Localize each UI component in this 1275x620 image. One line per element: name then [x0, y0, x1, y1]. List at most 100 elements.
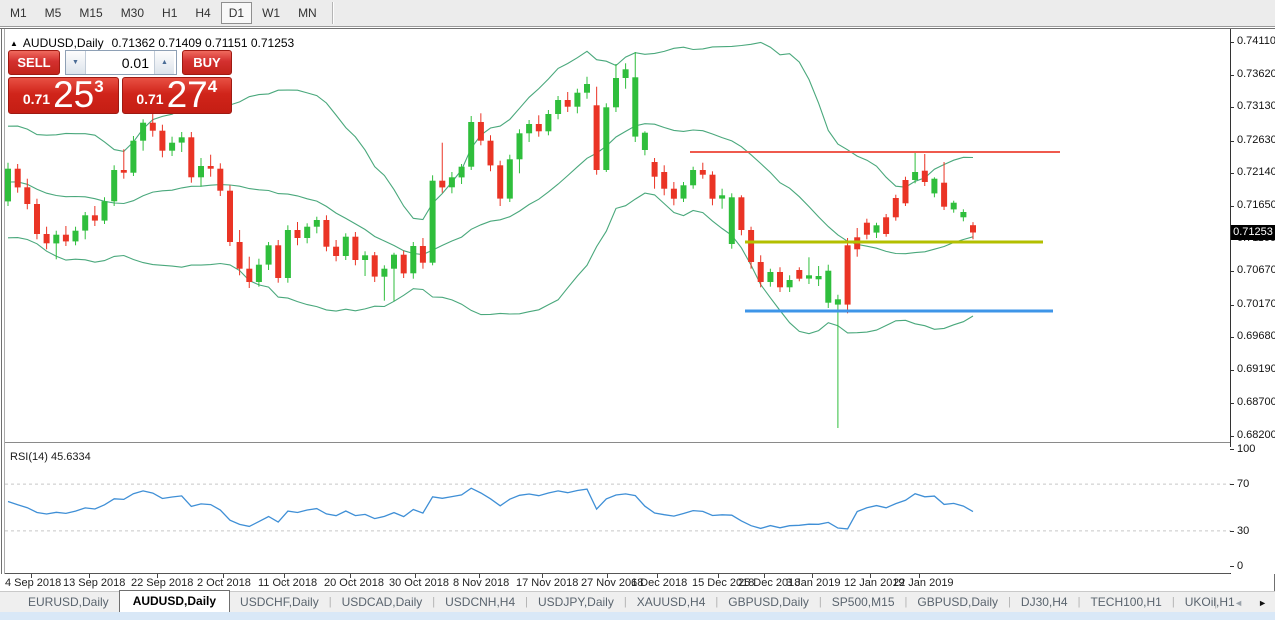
tab-tech100-h1[interactable]: TECH100,H1	[1080, 592, 1171, 613]
tab-dj30-h4[interactable]: DJ30,H4	[1011, 592, 1078, 613]
buy-button[interactable]: BUY	[182, 50, 232, 75]
timeframe-button-mn[interactable]: MN	[290, 2, 325, 24]
timeframe-button-d1[interactable]: D1	[221, 2, 252, 24]
current-price-tag: 0.71253	[1231, 225, 1275, 240]
chevron-down-icon: ▼	[72, 59, 79, 66]
rsi-pane-svg[interactable]	[5, 447, 1231, 573]
tab-usdchf-daily[interactable]: USDCHF,Daily	[230, 592, 329, 613]
date-axis-label: 30 Oct 2018	[389, 577, 449, 589]
tab-usdcad-daily[interactable]: USDCAD,Daily	[332, 592, 433, 613]
candle	[951, 201, 957, 213]
tab-usdcnh-h4[interactable]: USDCNH,H4	[435, 592, 525, 613]
candle	[883, 214, 889, 237]
candle	[150, 113, 156, 137]
candle	[719, 189, 725, 209]
price-axis-label: 0.70670	[1237, 264, 1275, 276]
rsi-axis-label: 100	[1237, 443, 1255, 455]
candle	[931, 177, 937, 197]
candle	[430, 175, 436, 265]
timeframe-button-h1[interactable]: H1	[154, 2, 185, 24]
buy-price-box[interactable]: 0.71274	[122, 77, 233, 114]
pane-splitter[interactable]	[5, 442, 1231, 443]
sell-button[interactable]: SELL	[8, 50, 60, 75]
timeframe-button-m30[interactable]: M30	[113, 2, 152, 24]
sell-price-box[interactable]: 0.71253	[8, 77, 119, 114]
sell-price-sup: 3	[94, 77, 103, 97]
axis-tick	[1230, 75, 1234, 76]
candle	[738, 195, 744, 235]
rsi-value: 45.6334	[51, 451, 91, 463]
candle	[5, 163, 11, 206]
tab-separator: |	[1214, 597, 1217, 609]
candle	[893, 195, 899, 221]
axis-tick	[1230, 107, 1234, 108]
tab-eurusd-daily[interactable]: EURUSD,Daily	[18, 592, 119, 613]
candle	[574, 89, 580, 114]
panel-toggle-icon[interactable]: ▲	[10, 39, 18, 48]
volume-decrease-button[interactable]: ▼	[66, 51, 86, 74]
status-strip	[0, 612, 1275, 620]
candle	[536, 115, 542, 136]
candle	[275, 240, 281, 283]
toolbar-divider	[332, 2, 334, 24]
timeframe-button-m1[interactable]: M1	[2, 2, 35, 24]
tab-scroll-right-icon[interactable]: ►	[1258, 598, 1267, 608]
tab-xauusd-h4[interactable]: XAUUSD,H4	[627, 592, 716, 613]
price-axis-label: 0.68200	[1237, 429, 1275, 441]
timeframe-button-w1[interactable]: W1	[254, 2, 288, 24]
timeframe-button-h4[interactable]: H4	[187, 2, 218, 24]
date-axis-label: 3 Jan 2019	[786, 577, 840, 589]
rsi-axis-label: 70	[1237, 478, 1249, 490]
candle	[652, 158, 658, 189]
candle	[44, 227, 50, 250]
date-axis-label: 17 Nov 2018	[516, 577, 578, 589]
axis-tick	[1230, 271, 1234, 272]
candle	[82, 212, 88, 239]
candle	[565, 92, 571, 112]
tab-gbpusd-daily[interactable]: GBPUSD,Daily	[718, 592, 819, 613]
tab-scroll-left-icon[interactable]: ◄	[1234, 598, 1243, 608]
price-axis-label: 0.74110	[1237, 35, 1275, 47]
candle	[825, 265, 831, 308]
candle	[314, 217, 320, 234]
price-axis[interactable]: 0.741100.736200.731300.726300.721400.716…	[1231, 29, 1275, 574]
candle	[758, 255, 764, 287]
timeframe-button-m5[interactable]: M5	[37, 2, 70, 24]
candle	[102, 197, 108, 224]
date-axis-label: 6 Dec 2018	[631, 577, 687, 589]
tab-usdjpy-daily[interactable]: USDJPY,Daily	[528, 592, 624, 613]
candle	[266, 242, 272, 270]
tab-sp500-m15[interactable]: SP500,M15	[822, 592, 905, 613]
candle	[661, 165, 667, 195]
volume-increase-button[interactable]: ▲	[154, 51, 174, 74]
candle	[121, 149, 127, 178]
price-axis-label: 0.72630	[1237, 134, 1275, 146]
axis-tick	[1230, 566, 1234, 567]
candle	[922, 154, 928, 186]
buy-price-prefix: 0.71	[136, 91, 163, 107]
tab-audusd-daily[interactable]: AUDUSD,Daily	[119, 590, 230, 612]
date-axis-label: 4 Sep 2018	[5, 577, 61, 589]
candle	[632, 52, 638, 142]
candle	[352, 232, 358, 265]
chart-symbol-period: AUDUSD,Daily	[23, 36, 104, 50]
candle	[285, 225, 291, 282]
candle	[796, 267, 802, 281]
axis-tick	[1230, 337, 1234, 338]
candle	[34, 199, 40, 240]
tab-gbpusd-daily[interactable]: GBPUSD,Daily	[907, 592, 1008, 613]
price-axis-label: 0.70170	[1237, 298, 1275, 310]
candle	[613, 64, 619, 112]
date-axis[interactable]: 4 Sep 201813 Sep 201822 Sep 20182 Oct 20…	[0, 574, 1231, 591]
axis-tick	[1230, 206, 1234, 207]
price-axis-label: 0.68700	[1237, 396, 1275, 408]
bollinger-lower-band	[8, 193, 973, 334]
rsi-name: RSI(14)	[10, 451, 48, 463]
candle	[816, 266, 822, 286]
timeframe-button-m15[interactable]: M15	[71, 2, 110, 24]
date-axis-label: 11 Oct 2018	[258, 577, 317, 589]
volume-input[interactable]	[86, 51, 154, 74]
date-axis-label: 20 Oct 2018	[324, 577, 384, 589]
candle	[362, 251, 368, 276]
candle	[343, 233, 349, 260]
